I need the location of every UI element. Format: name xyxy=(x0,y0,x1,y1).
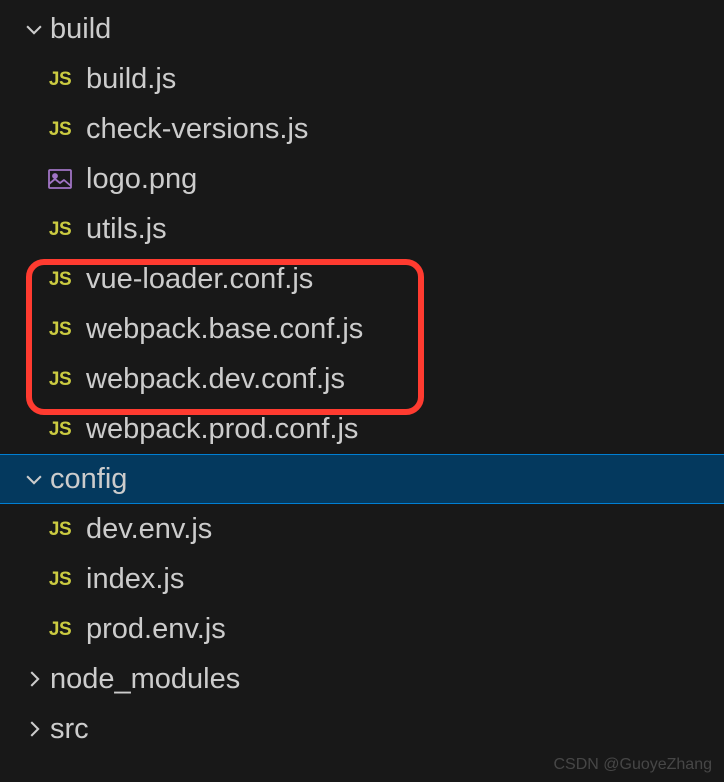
file-webpack-base-conf-js[interactable]: JS webpack.base.conf.js xyxy=(0,304,724,354)
chevron-right-icon xyxy=(18,668,50,690)
js-icon: JS xyxy=(42,370,78,389)
file-label: webpack.base.conf.js xyxy=(86,315,363,344)
js-icon: JS xyxy=(42,620,78,639)
file-tree: build JS build.js JS check-versions.js l… xyxy=(0,0,724,754)
chevron-down-icon xyxy=(18,468,50,490)
folder-label: src xyxy=(50,715,89,744)
js-icon: JS xyxy=(42,570,78,589)
file-label: dev.env.js xyxy=(86,515,212,544)
file-logo-png[interactable]: logo.png xyxy=(0,154,724,204)
js-icon: JS xyxy=(42,220,78,239)
file-label: check-versions.js xyxy=(86,115,308,144)
file-index-js[interactable]: JS index.js xyxy=(0,554,724,604)
js-icon: JS xyxy=(42,420,78,439)
folder-build[interactable]: build xyxy=(0,4,724,54)
chevron-down-icon xyxy=(18,18,50,40)
file-check-versions-js[interactable]: JS check-versions.js xyxy=(0,104,724,154)
file-label: vue-loader.conf.js xyxy=(86,265,313,294)
file-webpack-prod-conf-js[interactable]: JS webpack.prod.conf.js xyxy=(0,404,724,454)
folder-label: config xyxy=(50,465,127,494)
file-prod-env-js[interactable]: JS prod.env.js xyxy=(0,604,724,654)
file-label: index.js xyxy=(86,565,184,594)
js-icon: JS xyxy=(42,120,78,139)
folder-src[interactable]: src xyxy=(0,704,724,754)
js-icon: JS xyxy=(42,70,78,89)
chevron-right-icon xyxy=(18,718,50,740)
file-dev-env-js[interactable]: JS dev.env.js xyxy=(0,504,724,554)
file-label: webpack.prod.conf.js xyxy=(86,415,358,444)
file-label: logo.png xyxy=(86,165,197,194)
file-label: build.js xyxy=(86,65,176,94)
js-icon: JS xyxy=(42,270,78,289)
js-icon: JS xyxy=(42,520,78,539)
file-build-js[interactable]: JS build.js xyxy=(0,54,724,104)
file-utils-js[interactable]: JS utils.js xyxy=(0,204,724,254)
file-label: utils.js xyxy=(86,215,167,244)
file-webpack-dev-conf-js[interactable]: JS webpack.dev.conf.js xyxy=(0,354,724,404)
image-icon xyxy=(42,168,78,190)
watermark: CSDN @GuoyeZhang xyxy=(553,756,712,774)
folder-config[interactable]: config xyxy=(0,454,724,504)
file-label: webpack.dev.conf.js xyxy=(86,365,345,394)
file-vue-loader-conf-js[interactable]: JS vue-loader.conf.js xyxy=(0,254,724,304)
js-icon: JS xyxy=(42,320,78,339)
folder-label: build xyxy=(50,15,111,44)
file-label: prod.env.js xyxy=(86,615,226,644)
folder-label: node_modules xyxy=(50,665,240,694)
folder-node-modules[interactable]: node_modules xyxy=(0,654,724,704)
